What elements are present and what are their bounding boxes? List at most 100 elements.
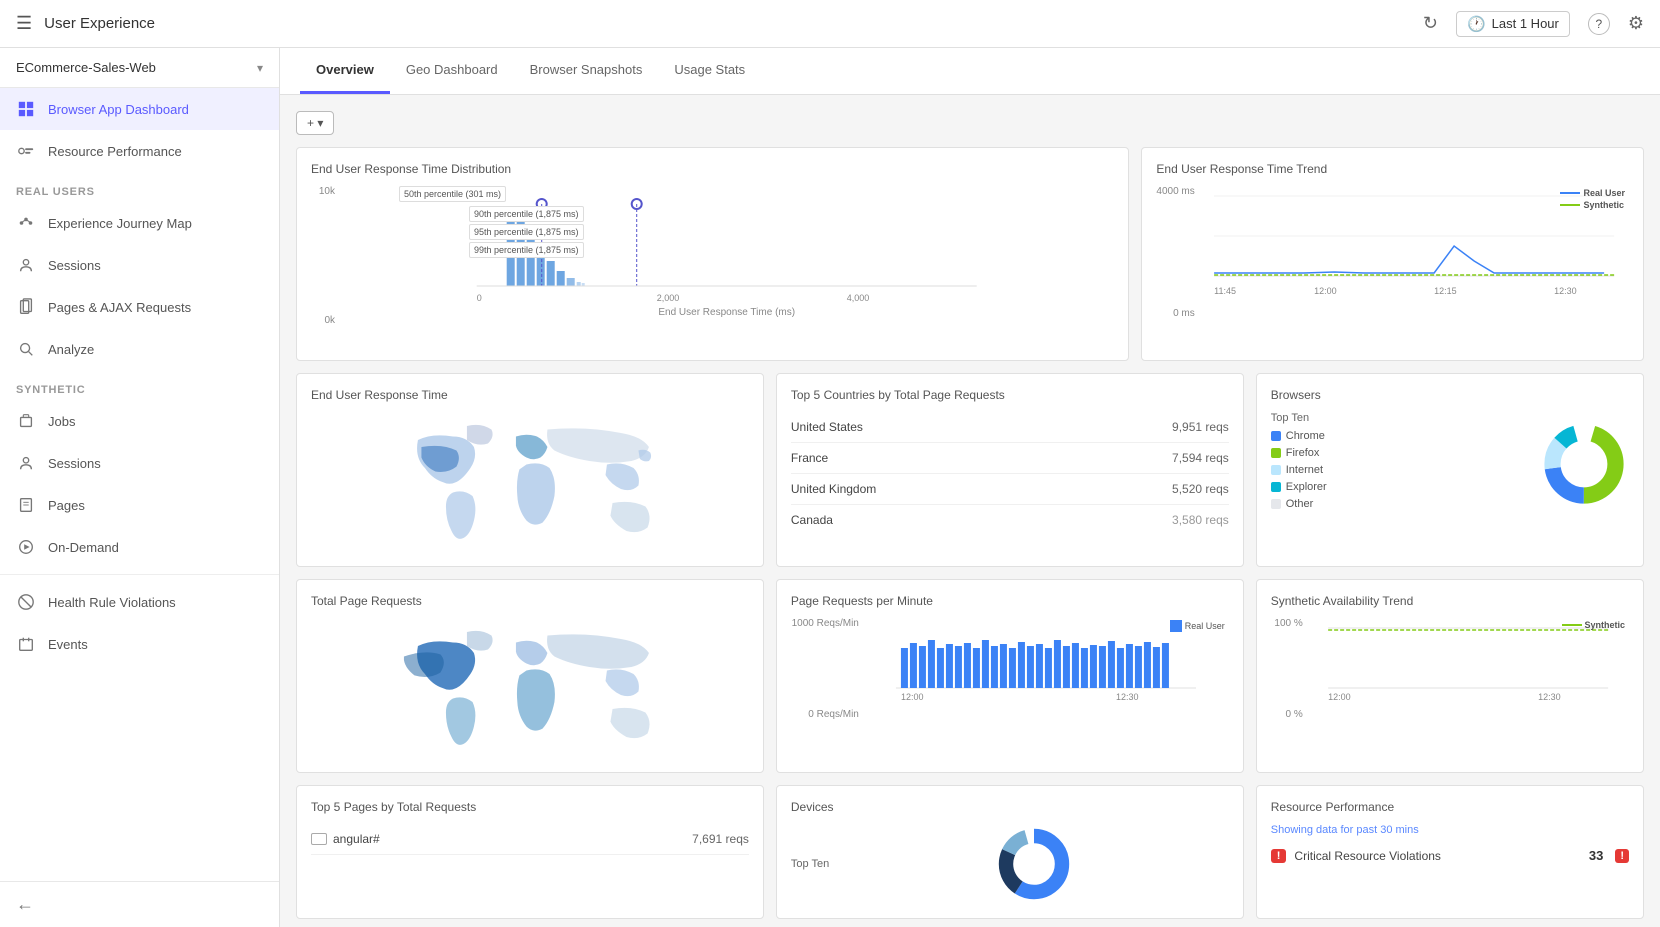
page-icon-1: [311, 833, 327, 845]
trend-y-min: 0 ms: [1173, 308, 1195, 319]
sidebar-item-health-rule-violations[interactable]: Health Rule Violations: [0, 581, 279, 623]
barmin-label: 0 Reqs/Min: [808, 709, 859, 720]
row-2: End User Response Time: [296, 373, 1644, 567]
chrome-label: Chrome: [1286, 430, 1325, 442]
hamburger-icon[interactable]: ☰: [16, 13, 32, 34]
card-total-page-requests-map: Total Page Requests: [296, 579, 764, 773]
map-area-2: [311, 618, 749, 758]
sidebar-item-sessions[interactable]: Sessions: [0, 244, 279, 286]
card-avail-title: Synthetic Availability Trend: [1271, 594, 1629, 608]
avail-y-min: 0 %: [1286, 709, 1303, 720]
explorer-label: Explorer: [1286, 481, 1327, 493]
dashboard: + ▾ End User Response Time Distribution …: [280, 95, 1660, 927]
app-selector[interactable]: ECommerce-Sales-Web ▾: [0, 48, 279, 88]
devices-donut-svg: [994, 824, 1074, 904]
chrome-dot: [1271, 431, 1281, 441]
dist-annotation-3: 95th percentile (1,875 ms): [474, 227, 579, 237]
sidebar-item-label: Sessions: [48, 456, 101, 471]
legend-other: Other: [1271, 498, 1529, 510]
explorer-dot: [1271, 482, 1281, 492]
map-area-1: [311, 412, 749, 552]
firefox-dot: [1271, 448, 1281, 458]
trend-legend-2: Synthetic: [1583, 200, 1624, 210]
internet-label: Internet: [1286, 464, 1323, 476]
topbar: ☰ User Experience ↻ 🕐 Last 1 Hour ? ⚙: [0, 0, 1660, 48]
svg-text:4,000: 4,000: [847, 293, 870, 303]
sidebar-collapse-btn[interactable]: ←: [0, 881, 279, 927]
svg-text:12:00: 12:00: [1328, 692, 1351, 702]
browsers-donut: [1539, 419, 1629, 509]
svg-text:12:00: 12:00: [1314, 286, 1337, 296]
card-top5-pages: Top 5 Pages by Total Requests angular# 7…: [296, 785, 764, 919]
dashboard-icon: [16, 99, 36, 119]
sidebar-item-label: Sessions: [48, 258, 101, 273]
legend-firefox: Firefox: [1271, 447, 1529, 459]
dist-chart-svg: 0 2,000 4,000: [339, 196, 1114, 306]
card-resource-performance: Resource Performance Showing data for pa…: [1256, 785, 1644, 919]
sidebar-item-on-demand[interactable]: On-Demand: [0, 526, 279, 568]
card-trend: End User Response Time Trend 4000 ms 0 m…: [1141, 147, 1644, 361]
critical-resource-count: 33: [1589, 848, 1603, 863]
sessions-icon: [16, 255, 36, 275]
country-reqs-1: 9,951 reqs: [1172, 420, 1229, 434]
health-rule-icon: [16, 592, 36, 612]
topbar-left: ☰ User Experience: [16, 13, 155, 34]
sidebar-item-label: Resource Performance: [48, 144, 182, 159]
svg-text:12:30: 12:30: [1538, 692, 1561, 702]
avail-legend: Synthetic: [1585, 620, 1626, 630]
world-map-svg-1: [311, 412, 749, 552]
svg-text:2,000: 2,000: [657, 293, 680, 303]
topbar-right: ↻ 🕐 Last 1 Hour ? ⚙: [1423, 11, 1644, 37]
avail-chart-svg: 12:00 12:30: [1307, 618, 1629, 708]
tab-geo-dashboard[interactable]: Geo Dashboard: [390, 48, 514, 94]
card-page-requests-per-min: Page Requests per Minute 1000 Reqs/Min 0…: [776, 579, 1244, 773]
time-label: Last 1 Hour: [1492, 16, 1559, 31]
sidebar-item-events[interactable]: Events: [0, 623, 279, 665]
sidebar-item-sessions-syn[interactable]: Sessions: [0, 442, 279, 484]
sidebar-item-resource-performance[interactable]: Resource Performance: [0, 130, 279, 172]
legend-chrome: Chrome: [1271, 430, 1529, 442]
tab-usage-stats[interactable]: Usage Stats: [658, 48, 761, 94]
sidebar-item-browser-app-dashboard[interactable]: Browser App Dashboard: [0, 88, 279, 130]
resource-icon: [16, 141, 36, 161]
tab-browser-snapshots[interactable]: Browser Snapshots: [514, 48, 659, 94]
country-name-3: United Kingdom: [791, 482, 876, 496]
row-1: End User Response Time Distribution 10k …: [296, 147, 1644, 361]
section-synthetic: SYNTHETIC: [0, 370, 279, 400]
card-distribution-title: End User Response Time Distribution: [311, 162, 1114, 176]
journey-icon: [16, 213, 36, 233]
refresh-icon[interactable]: ↻: [1423, 13, 1438, 34]
pages-row-1: angular# 7,691 reqs: [311, 824, 749, 855]
card-browsers: Browsers Top Ten Chrome Firefox: [1256, 373, 1644, 567]
card-euresponse-title: End User Response Time: [311, 388, 749, 402]
card-devices-title: Devices: [791, 800, 1229, 814]
svg-text:11:45: 11:45: [1214, 286, 1236, 296]
countries-table: United States 9,951 reqs France 7,594 re…: [791, 412, 1229, 535]
help-icon[interactable]: ?: [1588, 13, 1610, 35]
country-row-3: United Kingdom 5,520 reqs: [791, 474, 1229, 505]
sidebar-item-experience-journey-map[interactable]: Experience Journey Map: [0, 202, 279, 244]
tab-overview[interactable]: Overview: [300, 48, 390, 94]
sidebar-item-pages-ajax[interactable]: Pages & AJAX Requests: [0, 286, 279, 328]
card-devices: Devices Top Ten: [776, 785, 1244, 919]
dist-annotation-2: 90th percentile (1,875 ms): [474, 209, 579, 219]
country-reqs-2: 7,594 reqs: [1172, 451, 1229, 465]
card-resource-title: Resource Performance: [1271, 800, 1629, 814]
critical-resource-label: Critical Resource Violations: [1294, 849, 1441, 863]
tab-bar: Overview Geo Dashboard Browser Snapshots…: [280, 48, 1660, 95]
sidebar-item-pages-syn[interactable]: Pages: [0, 484, 279, 526]
sidebar-item-analyze[interactable]: Analyze: [0, 328, 279, 370]
avail-y-max: 100 %: [1274, 618, 1302, 629]
svg-text:12:30: 12:30: [1554, 286, 1577, 296]
add-widget-button[interactable]: + ▾: [296, 111, 334, 135]
sidebar-item-jobs[interactable]: Jobs: [0, 400, 279, 442]
firefox-label: Firefox: [1286, 447, 1320, 459]
settings-icon[interactable]: ⚙: [1628, 13, 1644, 34]
chevron-down-icon: ▾: [257, 61, 263, 75]
page-reqs-1: 7,691 reqs: [692, 832, 749, 846]
card-countries: Top 5 Countries by Total Page Requests U…: [776, 373, 1244, 567]
sidebar: ECommerce-Sales-Web ▾ Browser App Dashbo…: [0, 48, 280, 927]
barmax-label: 1000 Reqs/Min: [792, 618, 859, 629]
time-selector[interactable]: 🕐 Last 1 Hour: [1456, 11, 1570, 37]
card-total-requests-title: Total Page Requests: [311, 594, 749, 608]
